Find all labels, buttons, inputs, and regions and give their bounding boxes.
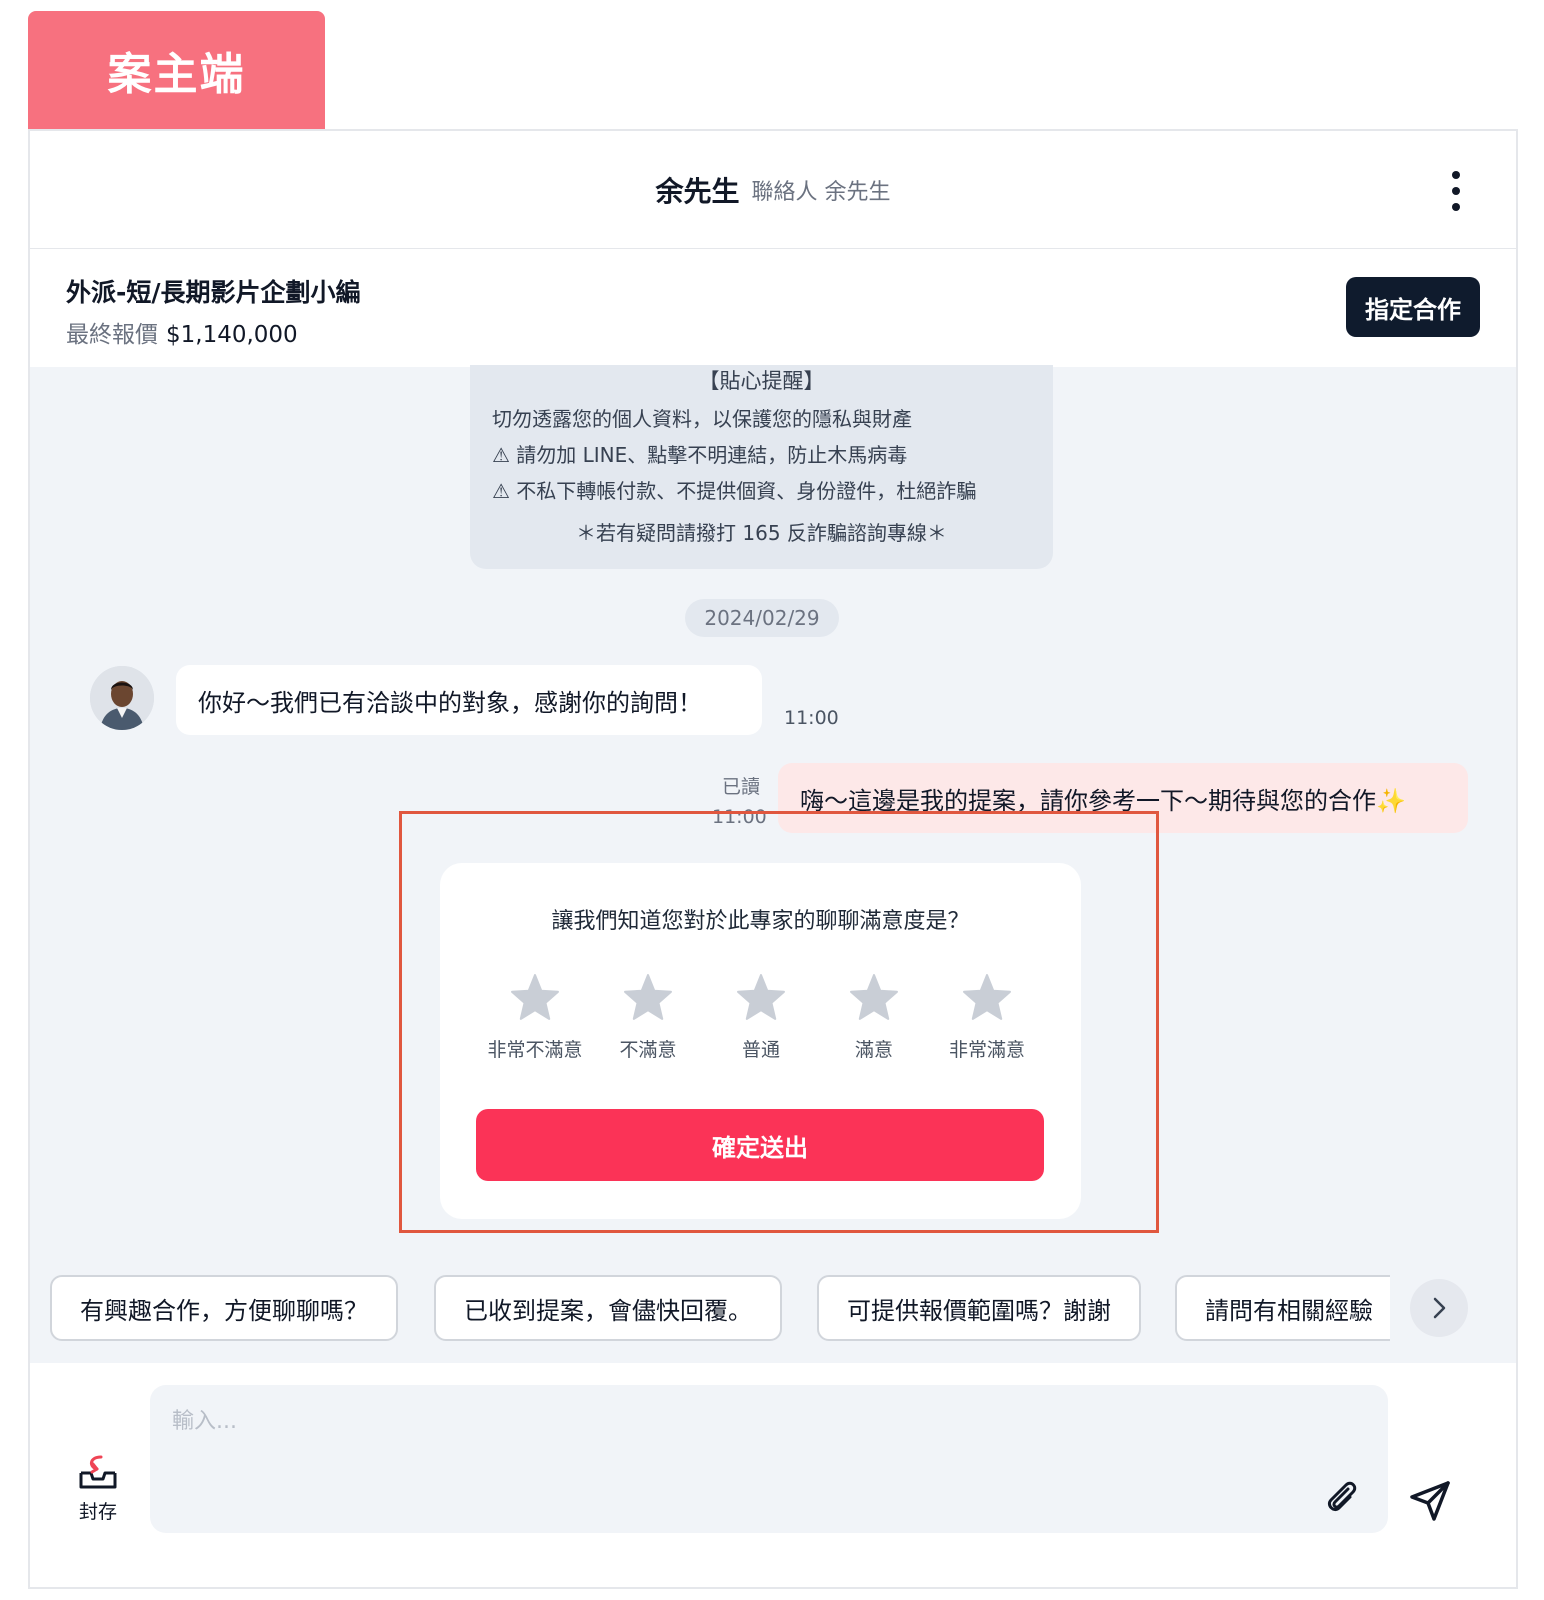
rating-question: 讓我們知道您對於此專家的聊聊滿意度是？	[551, 909, 970, 934]
archive-button[interactable]: 封存	[74, 1453, 122, 1524]
submit-rating-button[interactable]: 確定送出	[476, 1109, 1044, 1181]
kebab-dot	[1452, 187, 1460, 195]
satisfaction-rating-card: 讓我們知道您對於此專家的聊聊滿意度是？ 非常不滿意 不滿意 普通 滿意 非常滿意…	[440, 863, 1081, 1219]
tips-line: ⚠ 請勿加 LINE、點擊不明連結，防止木馬病毒	[492, 443, 908, 467]
kebab-dot	[1452, 171, 1460, 179]
message-composer: 封存	[30, 1363, 1516, 1587]
kebab-menu-icon[interactable]	[1446, 171, 1466, 211]
quick-replies-next-button[interactable]	[1410, 1279, 1468, 1337]
quick-reply-chip[interactable]: 已收到提案，會儘快回覆。	[434, 1275, 782, 1341]
rating-label: 非常不滿意	[487, 1039, 583, 1061]
rating-label: 普通	[741, 1039, 780, 1061]
star-icon	[511, 974, 559, 1020]
rating-option-1[interactable]: 非常不滿意	[475, 973, 595, 1062]
archive-inbox-icon	[79, 1455, 117, 1489]
project-price: 最終報價 $1,140,000	[66, 315, 298, 349]
message-input[interactable]	[150, 1385, 1388, 1533]
tips-heading: 【貼心提醒】	[698, 369, 825, 393]
chat-window: 余先生 聯絡人 余先生 外派-短/長期影片企劃小編 最終報價 $1,140,000…	[28, 129, 1518, 1589]
date-divider: 2024/02/29	[685, 599, 839, 637]
archive-label: 封存	[78, 1501, 117, 1523]
incoming-time: 11:00	[784, 707, 839, 729]
quick-replies: 有興趣合作，方便聊聊嗎？ 已收到提案，會儘快回覆。 可提供報價範圍嗎？謝謝 請問…	[50, 1275, 1390, 1345]
paperclip-icon[interactable]	[1322, 1477, 1362, 1517]
star-icon	[737, 974, 785, 1020]
rating-label: 不滿意	[619, 1039, 677, 1061]
chevron-right-icon	[1433, 1297, 1446, 1319]
rating-label: 非常滿意	[948, 1039, 1025, 1061]
price-value: $1,140,000	[166, 322, 298, 348]
project-bar: 外派-短/長期影片企劃小編 最終報價 $1,140,000 指定合作	[30, 249, 1516, 367]
safety-tips-notice: 【貼心提醒】 切勿透露您的個人資料，以保護您的隱私與財產 ⚠ 請勿加 LINE、…	[470, 365, 1053, 569]
star-icon	[624, 974, 672, 1020]
rating-option-4[interactable]: 滿意	[814, 973, 934, 1062]
rating-option-5[interactable]: 非常滿意	[927, 973, 1047, 1062]
contact-name: 余先生	[655, 174, 740, 208]
star-icon	[850, 974, 898, 1020]
quick-reply-chip[interactable]: 有興趣合作，方便聊聊嗎？	[50, 1275, 398, 1341]
price-label: 最終報價	[66, 322, 158, 348]
tips-footer: ＊若有疑問請撥打 165 反詐騙諮詢專線＊	[576, 521, 947, 545]
read-receipt: 已讀	[722, 776, 761, 798]
contact-subtitle: 聯絡人 余先生	[751, 179, 891, 205]
client-side-tab: 案主端	[28, 11, 325, 129]
assign-cooperation-button[interactable]: 指定合作	[1346, 277, 1480, 337]
send-icon[interactable]	[1408, 1479, 1452, 1523]
kebab-dot	[1452, 203, 1460, 211]
avatar[interactable]	[90, 666, 154, 730]
rating-option-2[interactable]: 不滿意	[588, 973, 708, 1062]
tips-line: 切勿透露您的個人資料，以保護您的隱私與財產	[492, 407, 912, 431]
quick-reply-chip[interactable]: 請問有相關經驗	[1175, 1275, 1390, 1341]
star-icon	[963, 974, 1011, 1020]
project-title: 外派-短/長期影片企劃小編	[66, 278, 361, 307]
quick-reply-chip[interactable]: 可提供報價範圍嗎？謝謝	[817, 1275, 1141, 1341]
rating-label: 滿意	[854, 1039, 893, 1061]
tips-line: ⚠ 不私下轉帳付款、不提供個資、身份證件，杜絕詐騙	[492, 479, 977, 503]
incoming-message: 你好～我們已有洽談中的對象，感謝你的詢問！	[176, 665, 762, 735]
rating-option-3[interactable]: 普通	[701, 973, 821, 1062]
chat-header: 余先生 聯絡人 余先生	[30, 131, 1516, 249]
